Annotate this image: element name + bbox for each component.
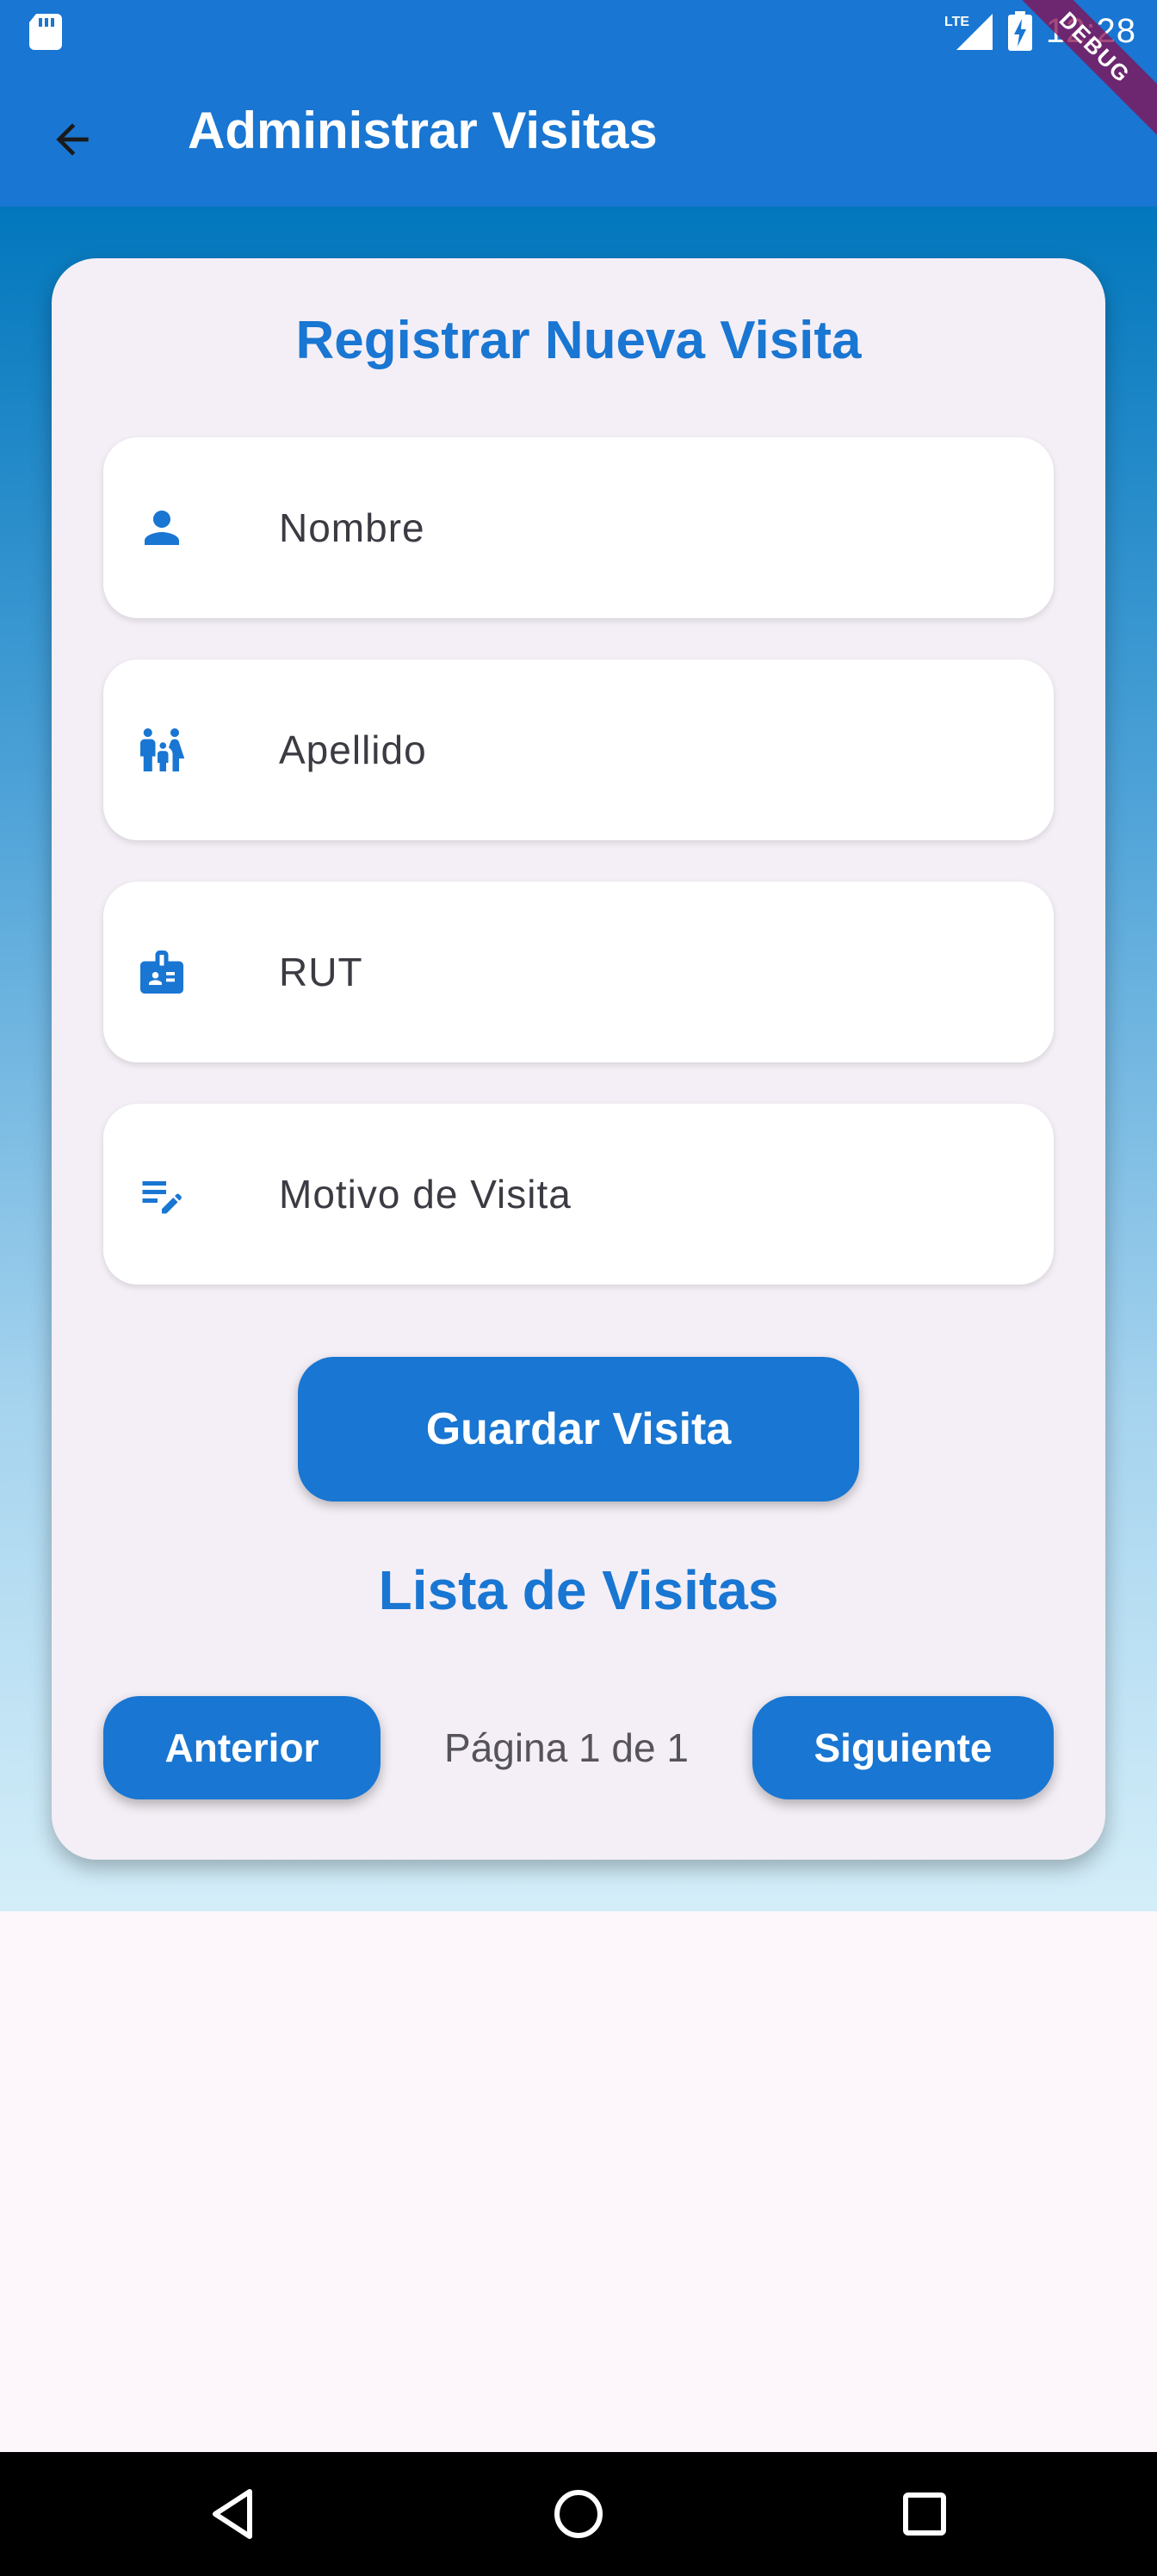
visit-reason-field-label: Motivo de Visita [279, 1172, 572, 1217]
home-circle-icon [554, 2490, 603, 2538]
visit-reason-field[interactable]: Motivo de Visita [103, 1104, 1054, 1285]
page-title: Administrar Visitas [188, 102, 658, 159]
system-nav-bar [0, 2452, 1157, 2576]
name-field[interactable]: Nombre [103, 437, 1054, 618]
person-icon [145, 511, 179, 545]
app-bar: Administrar Visitas [0, 62, 1157, 207]
visits-list-title: Lista de Visitas [378, 1559, 779, 1621]
badge-icon [140, 951, 183, 994]
arrow-back-icon [56, 123, 89, 156]
back-triangle-icon [213, 2489, 252, 2539]
rut-field-label: RUT [279, 950, 363, 994]
edit-note-icon [142, 1181, 182, 1214]
surname-field-label: Apellido [279, 728, 427, 772]
back-button[interactable] [34, 102, 110, 177]
sd-card-icon [29, 14, 62, 50]
page-indicator: Página 1 de 1 [444, 1725, 689, 1770]
network-label: LTE [944, 15, 969, 29]
save-visit-button[interactable]: Guardar Visita [298, 1357, 859, 1502]
nav-recents-button[interactable] [890, 2480, 959, 2548]
signal-icon: LTE [944, 14, 993, 50]
visit-form-card: Registrar Nueva Visita Nombre Apellido R… [52, 258, 1105, 1860]
form-title: Registrar Nueva Visita [295, 311, 862, 370]
name-field-label: Nombre [279, 505, 425, 550]
next-page-button[interactable]: Siguiente [752, 1696, 1054, 1799]
nav-home-button[interactable] [544, 2480, 613, 2548]
status-bar: LTE 12:28 [0, 0, 1157, 62]
recents-square-icon [903, 2492, 946, 2536]
nav-back-button[interactable] [198, 2480, 267, 2548]
battery-charging-icon [1007, 11, 1032, 51]
previous-page-button[interactable]: Anterior [103, 1696, 381, 1799]
rut-field[interactable]: RUT [103, 882, 1054, 1062]
surname-field[interactable]: Apellido [103, 659, 1054, 840]
family-icon [140, 728, 185, 771]
